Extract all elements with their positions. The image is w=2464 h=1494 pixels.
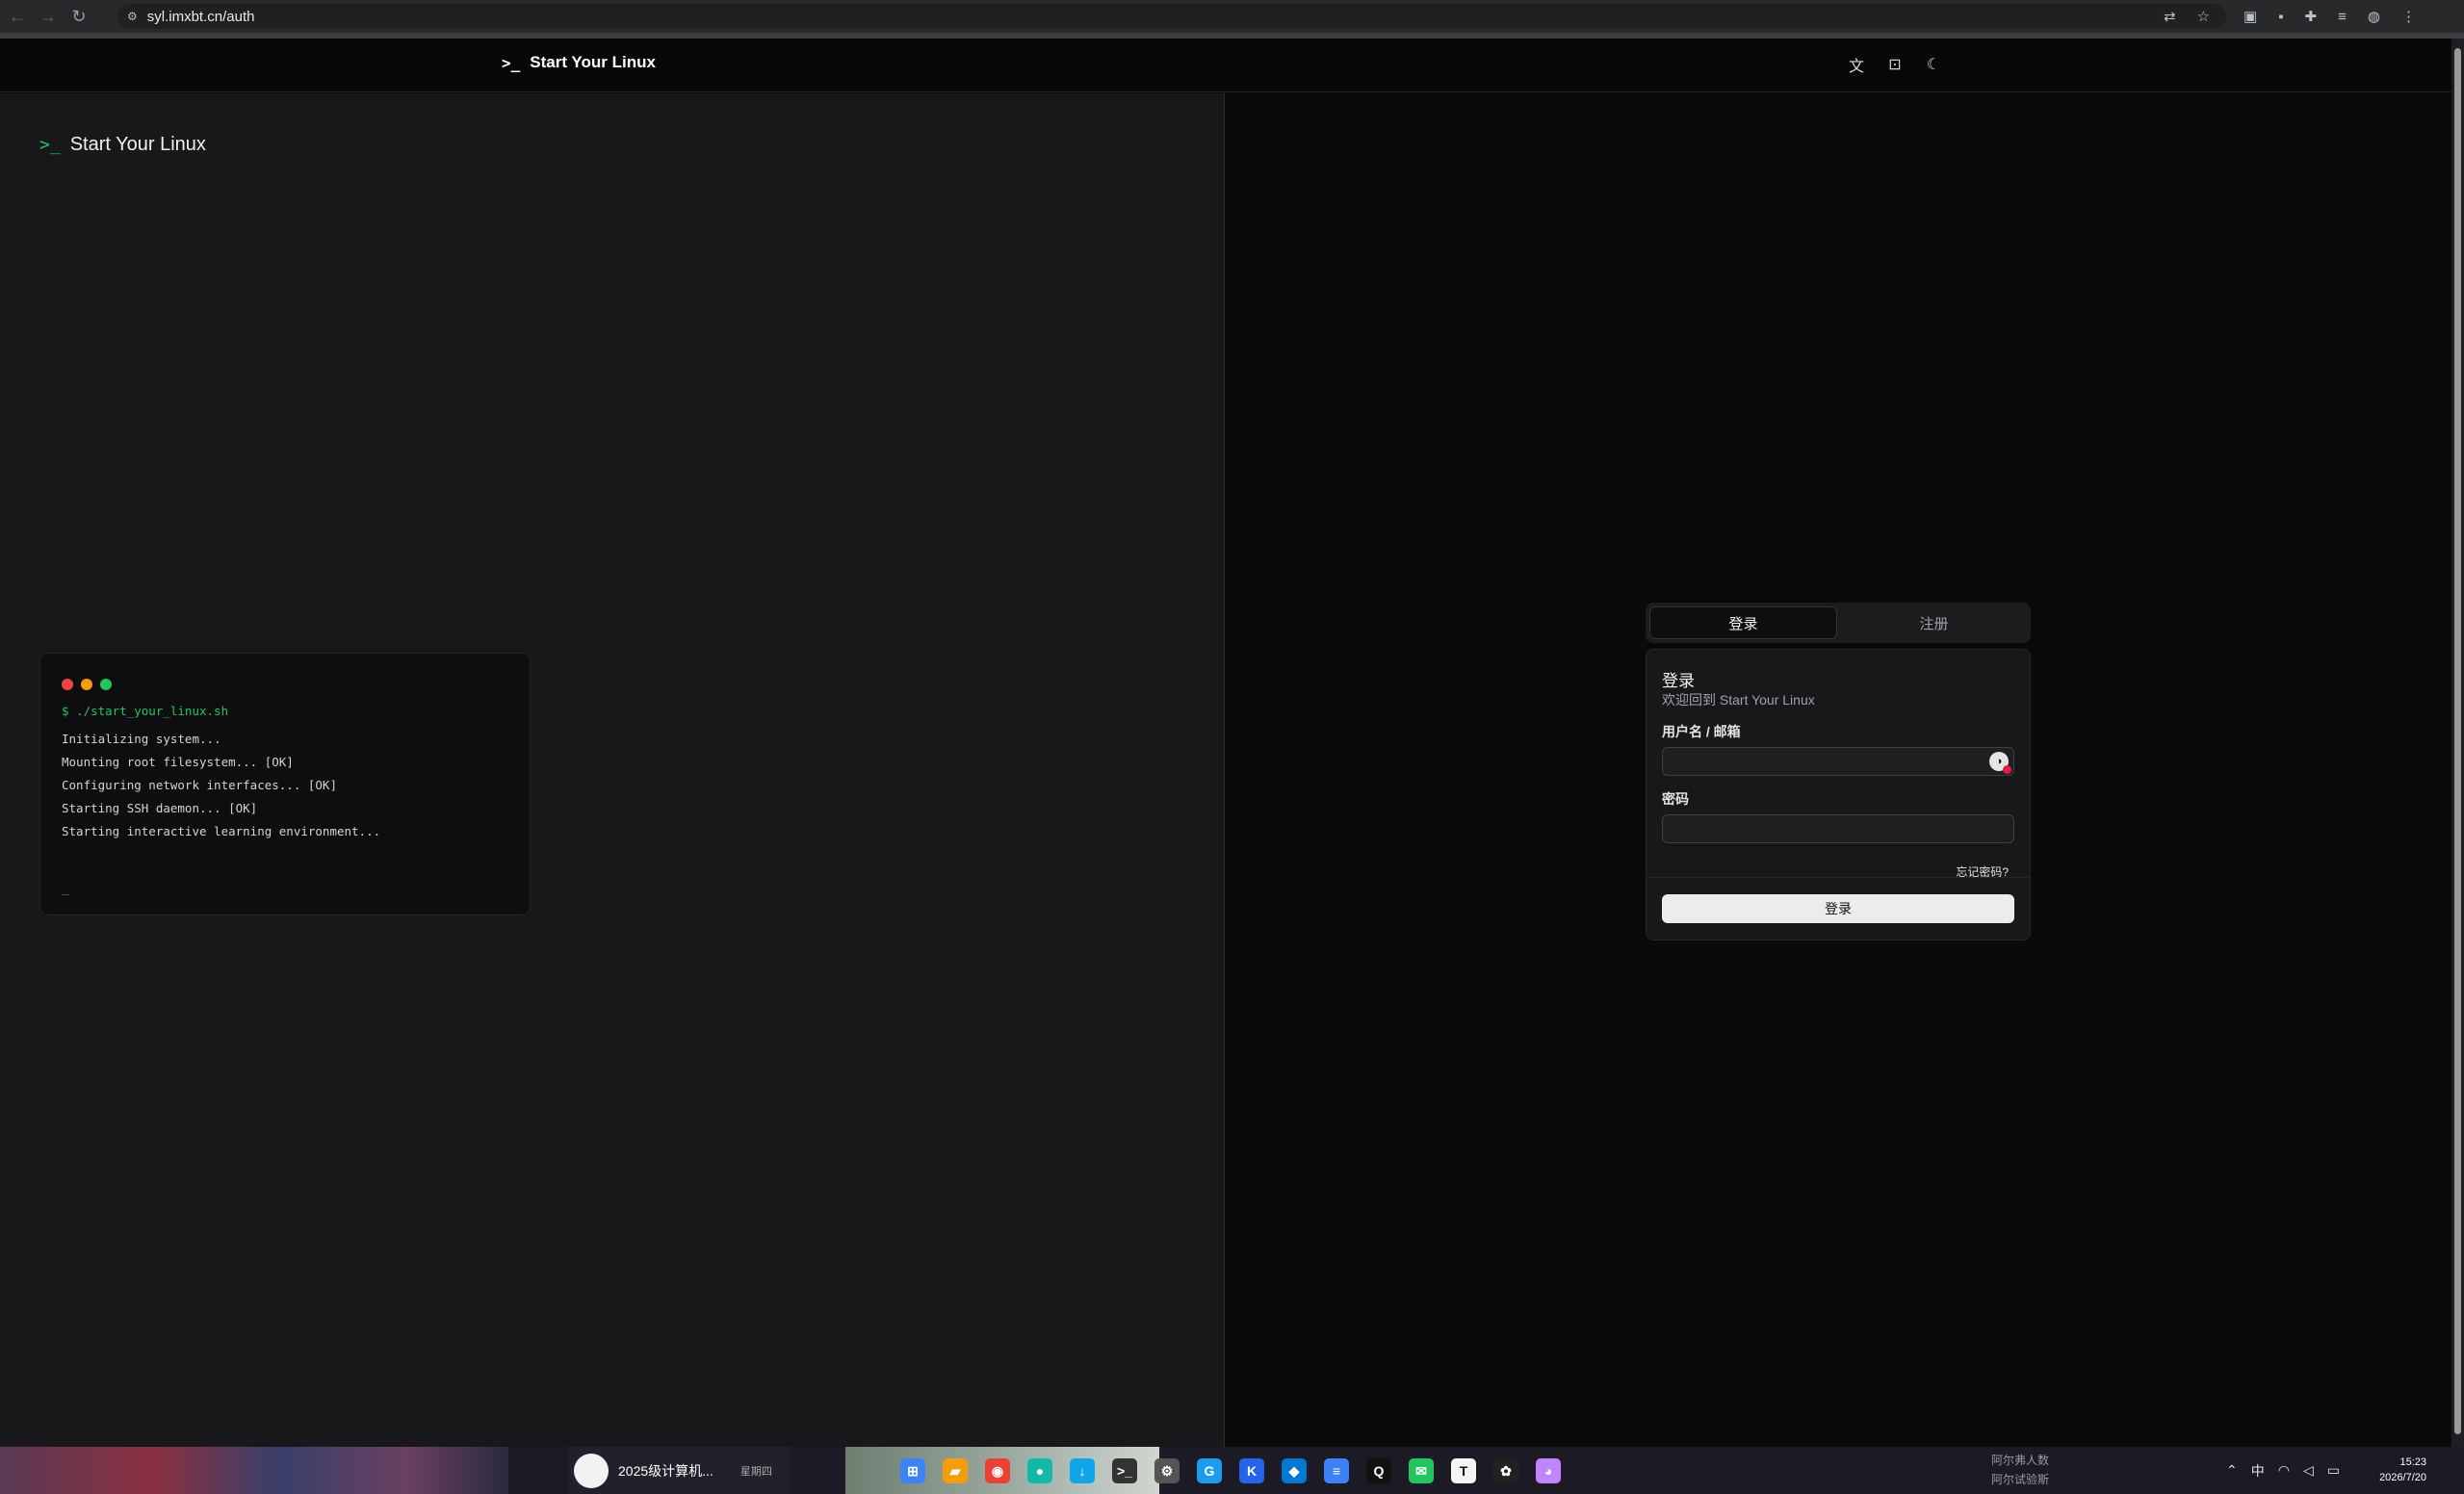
cat-app-icon[interactable]: ◕ — [1536, 1458, 1561, 1483]
terminal-icon[interactable]: ⊡ — [1882, 52, 1907, 77]
translate-icon[interactable]: ⇄ — [2164, 8, 2176, 25]
left-panel: >_ Start Your Linux $ ./start_your_linux… — [0, 93, 1225, 1447]
battery-icon[interactable]: ▭ — [2327, 1462, 2340, 1479]
typora-icon[interactable]: T — [1451, 1458, 1476, 1483]
clock-date: 2026/7/20 — [2379, 1472, 2426, 1483]
panel-brand: >_ Start Your Linux — [39, 134, 206, 156]
terminal-line: Initializing system... — [62, 732, 221, 746]
media-icon[interactable]: ≡ — [2338, 9, 2347, 25]
forward-arrow-icon[interactable]: → — [35, 3, 62, 30]
clock-time: 15:23 — [2399, 1456, 2426, 1468]
card-subtitle: 欢迎回到 Start Your Linux — [1662, 692, 1815, 708]
file-explorer-icon[interactable]: ▰ — [943, 1458, 968, 1483]
chat-item: 阿尔弗人数 — [1991, 1454, 2050, 1467]
login-card: 登录 欢迎回到 Start Your Linux 用户名 / 邮箱 ◑ 密码 忘… — [1646, 649, 2031, 940]
error-badge — [2003, 765, 2011, 774]
taskbar-clock[interactable]: 15:23 2026/7/20 — [2354, 1455, 2426, 1485]
taskbar-widget-preview[interactable] — [0, 1447, 508, 1494]
bookmark-star-icon[interactable]: ☆ — [2197, 8, 2210, 25]
password-label: 密码 — [1662, 791, 1689, 807]
url-text[interactable]: syl.imxbt.cn/auth — [147, 9, 255, 25]
username-label: 用户名 / 邮箱 — [1662, 724, 1741, 739]
maximize-dot — [100, 679, 112, 690]
chrome-icon[interactable]: ◉ — [985, 1458, 1010, 1483]
menu-icon[interactable]: ⋮ — [2401, 8, 2416, 25]
wechat-icon[interactable]: ✉ — [1409, 1458, 1434, 1483]
password-input[interactable] — [1662, 814, 2014, 843]
taskbar-notification[interactable]: 2025级计算机... 星期四 — [568, 1447, 790, 1494]
moon-icon[interactable]: ☾ — [1921, 52, 1946, 77]
brand-name: Start Your Linux — [69, 134, 206, 155]
terminal-line: Mounting root filesystem... [OK] — [62, 755, 294, 769]
browser-extensions: ▣ ▪ ✚ ≡ ◍ ⋮ — [2244, 0, 2416, 33]
notepad-icon[interactable]: ≡ — [1324, 1458, 1349, 1483]
terminal-cursor: _ — [62, 881, 69, 895]
terminal-icon[interactable]: >_ — [1112, 1458, 1137, 1483]
wifi-icon[interactable]: ◠ — [2278, 1462, 2290, 1479]
extension-icon[interactable]: ▪ — [2278, 9, 2283, 25]
k-app-icon[interactable]: K — [1239, 1458, 1264, 1483]
brand-name: Start Your Linux — [530, 53, 656, 71]
site-header: >_ Start Your Linux 文 ⊡ ☾ — [0, 39, 2451, 92]
chatgpt-icon[interactable]: ✿ — [1493, 1458, 1518, 1483]
terminal-prompt-icon: >_ — [502, 53, 521, 72]
terminal-window: $ ./start_your_linux.sh Initializing sys… — [39, 653, 531, 915]
card-divider — [1647, 877, 2030, 878]
download-icon[interactable]: ↓ — [1070, 1458, 1095, 1483]
username-input[interactable] — [1662, 747, 2014, 776]
chevron-up-icon[interactable]: ⌃ — [2226, 1462, 2238, 1479]
ime-icon[interactable]: 中 — [2251, 1461, 2265, 1481]
settings-icon[interactable]: ⚙ — [1154, 1458, 1180, 1483]
close-dot — [62, 679, 73, 690]
auth-tabs: 登录 注册 — [1646, 603, 2031, 643]
address-bar-actions: ⇄ ☆ — [2164, 0, 2210, 33]
terminal-command: $ ./start_your_linux.sh — [62, 704, 229, 718]
browser-toolbar: ← → ↻ ⚙ syl.imxbt.cn/auth ⇄ ☆ ▣ ▪ ✚ ≡ ◍ … — [0, 0, 2464, 33]
chat-item: 阿尔试验斯 — [1991, 1473, 2050, 1486]
translate-icon[interactable]: 文 — [1844, 52, 1869, 77]
header-brand[interactable]: >_ Start Your Linux — [502, 53, 656, 72]
site-info-icon[interactable]: ⚙ — [127, 10, 138, 23]
volume-icon[interactable]: ◁ — [2303, 1462, 2314, 1479]
taskbar-chat-preview[interactable]: 阿尔弗人数 阿尔试验斯 — [1984, 1447, 2153, 1494]
windows-taskbar: 2025级计算机... 星期四 ⊞ ▰ ◉ ● ↓ >_ ⚙ G K ◆ ≡ Q ✉ T ✿ ◕ 阿尔弗人数 … — [0, 1447, 2464, 1494]
grammarly-icon[interactable]: G — [1197, 1458, 1222, 1483]
puzzle-icon[interactable]: ✚ — [2305, 8, 2318, 25]
profile-icon[interactable]: ◍ — [2368, 8, 2380, 25]
extension-icon[interactable]: ▣ — [2244, 8, 2257, 25]
tab-register[interactable]: 注册 — [1841, 606, 2027, 639]
tab-login[interactable]: 登录 — [1649, 606, 1837, 639]
password-manager-icon[interactable]: ◑ — [1989, 752, 2011, 774]
system-tray: ⌃ 中 ◠ ◁ ▭ — [2226, 1447, 2340, 1494]
avatar — [574, 1453, 609, 1488]
vscode-icon[interactable]: ◆ — [1282, 1458, 1307, 1483]
qq-icon[interactable]: Q — [1366, 1458, 1391, 1483]
terminal-line: Starting SSH daemon... [OK] — [62, 801, 258, 815]
notification-day: 星期四 — [739, 1465, 772, 1478]
scrollbar-thumb[interactable] — [2454, 48, 2461, 1434]
terminal-line: Configuring network interfaces... [OK] — [62, 778, 337, 792]
back-arrow-icon[interactable]: ← — [4, 3, 31, 30]
terminal-line: Starting interactive learning environmen… — [62, 824, 381, 838]
notification-title: 2025级计算机... — [618, 1462, 713, 1479]
terminal-prompt-icon: >_ — [39, 135, 61, 155]
windows-start-icon[interactable]: ⊞ — [900, 1458, 925, 1483]
window-controls — [62, 679, 508, 690]
address-bar[interactable]: ⚙ syl.imxbt.cn/auth — [117, 4, 2226, 29]
app-icon[interactable]: ● — [1027, 1458, 1052, 1483]
minimize-dot — [81, 679, 92, 690]
card-title: 登录 — [1662, 672, 1695, 690]
reload-icon[interactable]: ↻ — [65, 3, 92, 30]
login-button[interactable]: 登录 — [1662, 894, 2014, 923]
